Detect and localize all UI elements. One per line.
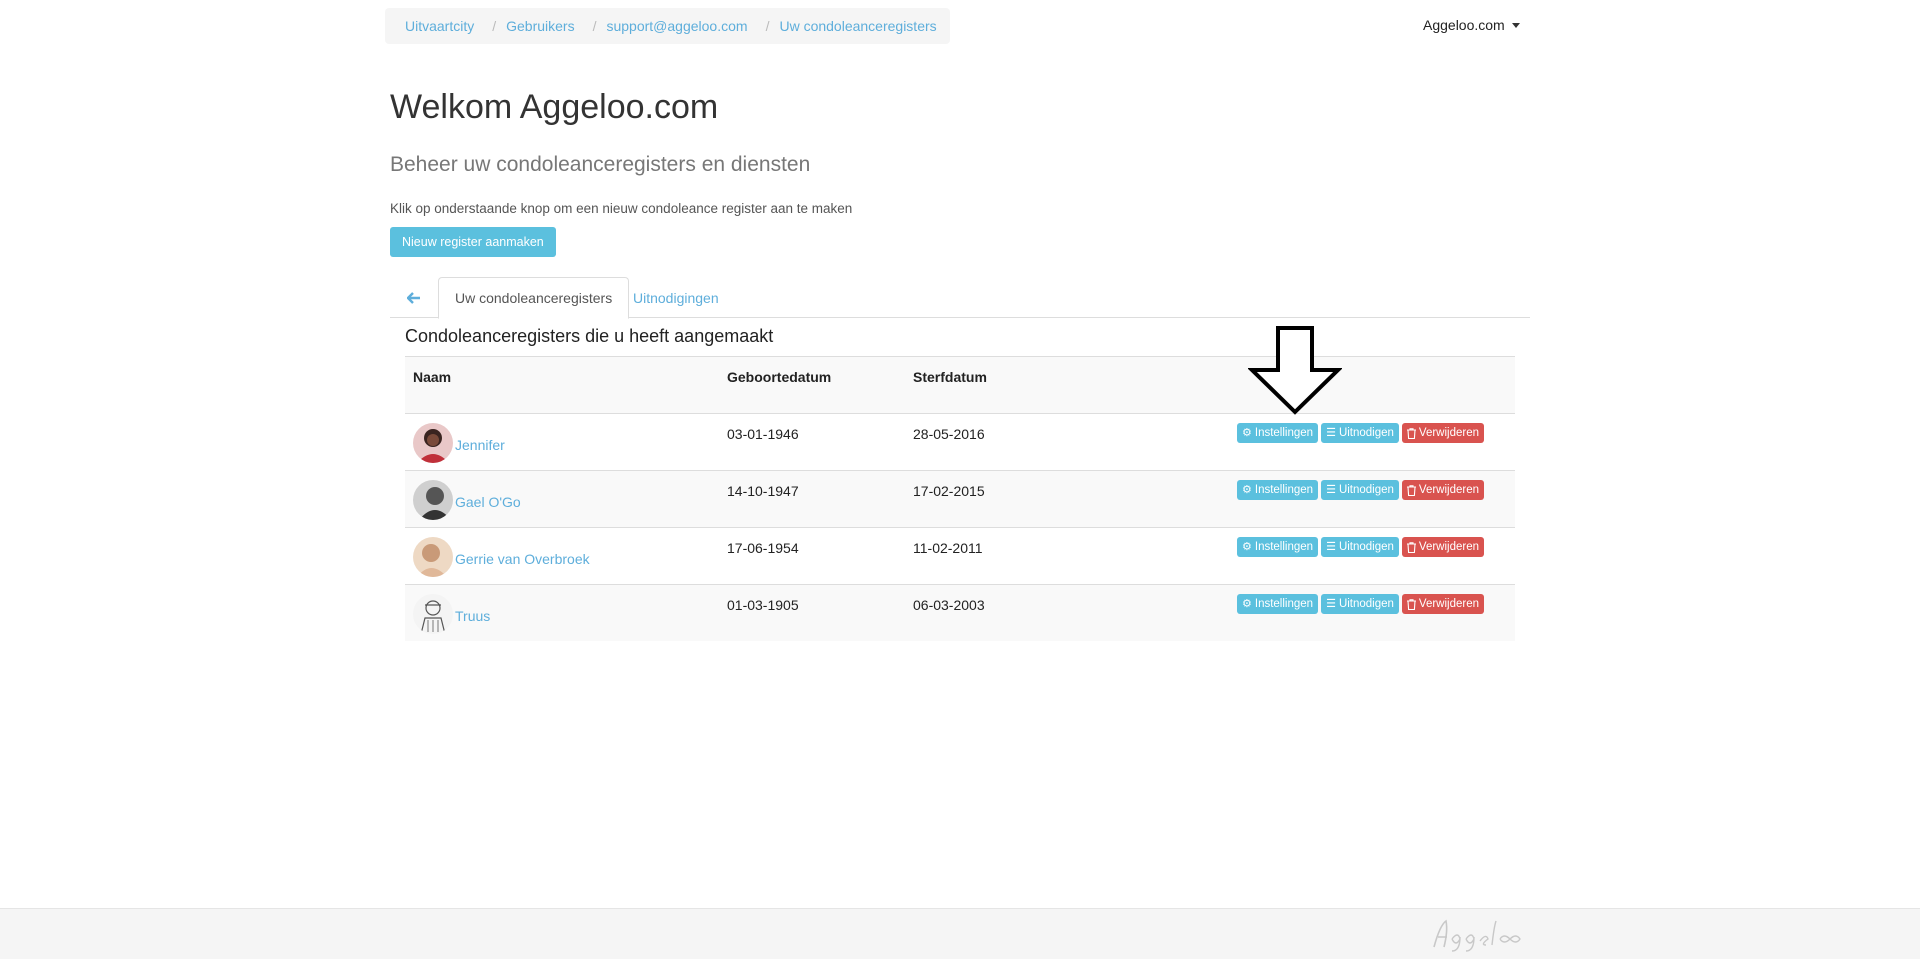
settings-button[interactable]: ⚙ Instellingen: [1237, 537, 1319, 557]
list-icon: ☰: [1326, 483, 1336, 496]
avatar[interactable]: [413, 480, 453, 520]
breadcrumb-separator: /: [492, 18, 497, 34]
delete-button[interactable]: Verwijderen: [1401, 423, 1485, 443]
name-cell: Gael O'Go: [413, 480, 521, 520]
avatar-sketch-icon: [413, 594, 453, 634]
death-date: 11-02-2011: [913, 540, 983, 556]
gear-icon: ⚙: [1242, 597, 1252, 610]
avatar[interactable]: [413, 594, 453, 634]
table-row: Gael O'Go 14-10-1947 17-02-2015 ⚙ Instel…: [405, 470, 1515, 527]
down-arrow-annotation-icon: [1248, 326, 1342, 415]
trash-icon: [1406, 541, 1416, 553]
breadcrumb-registers[interactable]: Uw condoleanceregisters: [779, 18, 936, 34]
intro-text: Klik op onderstaande knop om een nieuw c…: [390, 201, 853, 216]
death-date: 06-03-2003: [913, 597, 985, 613]
account-dropdown[interactable]: Aggeloo.com: [1423, 17, 1520, 33]
delete-button[interactable]: Verwijderen: [1401, 537, 1485, 557]
footer: [0, 908, 1920, 959]
delete-button[interactable]: Verwijderen: [1401, 480, 1485, 500]
column-header-geboortedatum: Geboortedatum: [727, 369, 832, 385]
birth-date: 03-01-1946: [727, 426, 799, 442]
breadcrumb: Uitvaartcity / Gebruikers / support@agge…: [385, 8, 950, 44]
delete-label: Verwijderen: [1418, 541, 1480, 553]
death-date: 28-05-2016: [913, 426, 985, 442]
settings-button[interactable]: ⚙ Instellingen: [1237, 594, 1319, 614]
tab-uitnodigingen[interactable]: Uitnodigingen: [624, 277, 728, 318]
invite-label: Uitnodigen: [1338, 484, 1394, 496]
row-actions: ⚙ Instellingen ☰ Uitnodigen Verwijderen: [1237, 423, 1485, 443]
register-name-link[interactable]: Gael O'Go: [455, 494, 521, 510]
delete-label: Verwijderen: [1418, 427, 1480, 439]
page-subtitle: Beheer uw condoleanceregisters en dienst…: [390, 153, 811, 176]
table-row: Truus 01-03-1905 06-03-2003 ⚙ Instelling…: [405, 584, 1515, 641]
trash-icon: [1406, 427, 1416, 439]
table-row: Jennifer 03-01-1946 28-05-2016 ⚙ Instell…: [405, 413, 1515, 470]
avatar-woman-beige-icon: [413, 537, 453, 577]
list-icon: ☰: [1326, 540, 1336, 553]
list-icon: ☰: [1326, 426, 1336, 439]
gear-icon: ⚙: [1242, 483, 1252, 496]
new-register-button[interactable]: Nieuw register aanmaken: [390, 227, 556, 257]
birth-date: 17-06-1954: [727, 540, 799, 556]
register-name-link[interactable]: Truus: [455, 608, 490, 624]
registers-table: Naam Geboortedatum Sterfdatum Jennifer 0…: [405, 356, 1515, 641]
account-label: Aggeloo.com: [1423, 17, 1505, 33]
page-title: Welkom Aggeloo.com: [390, 88, 719, 126]
breadcrumb-separator: /: [592, 18, 597, 34]
row-actions: ⚙ Instellingen ☰ Uitnodigen Verwijderen: [1237, 594, 1485, 614]
list-icon: ☰: [1326, 597, 1336, 610]
gear-icon: ⚙: [1242, 540, 1252, 553]
avatar-woman-red-icon: [413, 423, 453, 463]
section-heading: Condoleanceregisters die u heeft aangema…: [405, 326, 774, 346]
name-cell: Gerrie van Overbroek: [413, 537, 590, 577]
invite-label: Uitnodigen: [1338, 541, 1394, 553]
breadcrumb-uitvaartcity[interactable]: Uitvaartcity: [405, 18, 474, 34]
row-actions: ⚙ Instellingen ☰ Uitnodigen Verwijderen: [1237, 480, 1485, 500]
arrow-left-icon: [407, 291, 420, 304]
name-cell: Jennifer: [413, 423, 505, 463]
avatar[interactable]: [413, 537, 453, 577]
invite-button[interactable]: ☰ Uitnodigen: [1321, 423, 1399, 443]
delete-button[interactable]: Verwijderen: [1401, 594, 1485, 614]
invite-button[interactable]: ☰ Uitnodigen: [1321, 537, 1399, 557]
tab-condoleanceregisters[interactable]: Uw condoleanceregisters: [438, 277, 630, 319]
column-header-naam: Naam: [413, 369, 452, 385]
tab-back[interactable]: [390, 277, 438, 318]
invite-button[interactable]: ☰ Uitnodigen: [1321, 594, 1399, 614]
breadcrumb-separator: /: [765, 18, 770, 34]
settings-label: Instellingen: [1254, 427, 1314, 439]
name-cell: Truus: [413, 594, 490, 634]
settings-label: Instellingen: [1254, 541, 1314, 553]
row-actions: ⚙ Instellingen ☰ Uitnodigen Verwijderen: [1237, 537, 1485, 557]
trash-icon: [1406, 484, 1416, 496]
settings-button[interactable]: ⚙ Instellingen: [1237, 423, 1319, 443]
settings-label: Instellingen: [1254, 484, 1314, 496]
register-name-link[interactable]: Jennifer: [455, 437, 505, 453]
caret-down-icon: [1511, 22, 1520, 28]
table-row: Gerrie van Overbroek 17-06-1954 11-02-20…: [405, 527, 1515, 584]
trash-icon: [1406, 598, 1416, 610]
breadcrumb-gebruikers[interactable]: Gebruikers: [506, 18, 574, 34]
tab-bar: Uw condoleanceregisters Uitnodigingen: [390, 277, 1530, 319]
table-header: Naam Geboortedatum Sterfdatum: [405, 356, 1515, 413]
delete-label: Verwijderen: [1418, 598, 1480, 610]
aggeloo-logo-icon: [1433, 919, 1521, 952]
settings-label: Instellingen: [1254, 598, 1314, 610]
avatar-man-grey-icon: [413, 480, 453, 520]
breadcrumb-user-email[interactable]: support@aggeloo.com: [606, 18, 747, 34]
gear-icon: ⚙: [1242, 426, 1252, 439]
invite-button[interactable]: ☰ Uitnodigen: [1321, 480, 1399, 500]
death-date: 17-02-2015: [913, 483, 985, 499]
column-header-sterfdatum: Sterfdatum: [913, 369, 987, 385]
avatar[interactable]: [413, 423, 453, 463]
birth-date: 14-10-1947: [727, 483, 799, 499]
birth-date: 01-03-1905: [727, 597, 799, 613]
delete-label: Verwijderen: [1418, 484, 1480, 496]
register-name-link[interactable]: Gerrie van Overbroek: [455, 551, 590, 567]
invite-label: Uitnodigen: [1338, 598, 1394, 610]
settings-button[interactable]: ⚙ Instellingen: [1237, 480, 1319, 500]
invite-label: Uitnodigen: [1338, 427, 1394, 439]
